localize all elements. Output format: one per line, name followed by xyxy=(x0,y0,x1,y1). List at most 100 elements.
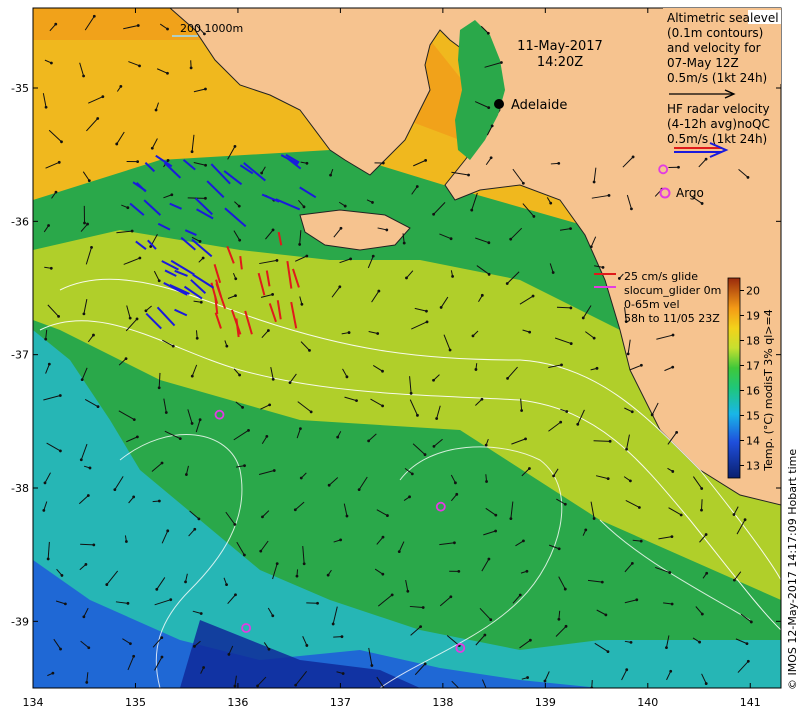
vector-head xyxy=(402,241,406,245)
vector-head xyxy=(124,357,128,361)
vector-head xyxy=(339,226,343,230)
vector-head xyxy=(557,547,561,551)
vector-head xyxy=(305,161,309,165)
vector-head xyxy=(79,458,83,462)
vector-head xyxy=(271,377,275,381)
vector-head xyxy=(157,279,161,283)
vector-head xyxy=(144,309,148,313)
vector-head xyxy=(46,557,50,561)
vector-head xyxy=(199,300,203,304)
vector-head xyxy=(746,175,750,179)
vector-head xyxy=(459,688,462,691)
vector-head xyxy=(384,689,387,692)
vector-head xyxy=(743,518,747,522)
vector-head xyxy=(265,434,269,438)
vector-head xyxy=(164,411,168,414)
vector-head xyxy=(423,662,427,666)
vector-head xyxy=(569,306,573,310)
vector-head xyxy=(49,61,53,65)
altimetry-legend: Altimetric sealevel (0.1m contours) and … xyxy=(663,8,781,99)
vector-head xyxy=(92,543,96,547)
vector-head xyxy=(675,430,679,434)
vector-head xyxy=(266,329,270,332)
vector-head xyxy=(509,517,513,521)
vector-head xyxy=(225,583,228,587)
vector-head xyxy=(474,368,478,371)
vector-head xyxy=(47,224,50,227)
altimetry-legend-line-5: 0.5m/s (1kt 24h) xyxy=(667,71,767,85)
vector-head xyxy=(87,646,91,650)
vector-head xyxy=(299,476,303,480)
vector-head xyxy=(549,201,553,205)
vector-head xyxy=(564,624,568,628)
vector-head xyxy=(302,562,306,566)
vector-head xyxy=(199,612,203,615)
lon-tick-label: 134 xyxy=(23,696,44,709)
vector-head xyxy=(238,238,242,242)
colorbar-tick-label: 15 xyxy=(746,410,760,423)
vector-head xyxy=(295,574,299,578)
vector-head xyxy=(57,160,61,164)
sst-map: 134 135 136 137 138 139 140 141 -35 -36 -37 -38 -39… xyxy=(11,7,799,709)
vector-head xyxy=(505,282,509,285)
vector-head xyxy=(608,439,612,443)
vector-head xyxy=(625,668,629,672)
vector-head xyxy=(336,435,340,439)
altimetry-legend-line-1: Altimetric sealevel xyxy=(667,11,779,25)
vector-head xyxy=(700,612,704,616)
vector-head xyxy=(565,410,569,413)
vector-head xyxy=(101,95,105,99)
vector-head xyxy=(416,413,419,417)
vector-head xyxy=(135,435,139,439)
colorbar-tick-label: 18 xyxy=(746,335,760,348)
vector-head xyxy=(293,508,297,512)
map-date: 11-May-2017 xyxy=(517,39,603,54)
vector-head xyxy=(592,180,596,184)
vector-head xyxy=(704,157,708,161)
vector-head xyxy=(679,513,683,517)
vector-head xyxy=(749,620,753,624)
vector-head xyxy=(63,602,67,606)
vector-head xyxy=(732,513,736,516)
vector-head xyxy=(377,289,381,293)
vector-head xyxy=(432,378,435,382)
vector-head xyxy=(49,266,53,270)
vector-head xyxy=(150,146,154,150)
vector-head xyxy=(132,495,136,499)
vector-head xyxy=(132,654,136,658)
vector-head xyxy=(241,405,244,409)
altimetry-velocity-vector xyxy=(701,499,703,511)
vector-head xyxy=(376,332,380,335)
altimetry-legend-line-3: and velocity for xyxy=(667,41,761,55)
vector-head xyxy=(157,386,161,390)
glider-legend-line-2: slocum_glider 0m xyxy=(624,284,721,297)
vector-head xyxy=(233,145,237,148)
vector-head xyxy=(189,66,193,70)
vector-head xyxy=(128,316,132,320)
vector-head xyxy=(419,625,423,629)
vector-head xyxy=(449,237,453,241)
vector-head xyxy=(484,443,488,447)
vector-head xyxy=(170,193,174,197)
vector-head xyxy=(424,158,428,162)
vector-head xyxy=(559,420,563,424)
vector-head xyxy=(47,362,51,366)
vector-head xyxy=(82,312,86,316)
vector-head xyxy=(626,352,630,356)
vector-head xyxy=(166,159,170,162)
vector-head xyxy=(57,315,60,318)
vector-head xyxy=(606,650,610,653)
sst-map-figure: 134 135 136 137 138 139 140 141 -35 -36 -37 -38 -39… xyxy=(0,0,800,720)
glider-legend-line-3: 0-65m vel xyxy=(624,298,680,311)
vector-head xyxy=(85,680,89,684)
vector-head xyxy=(88,466,92,470)
lon-tick-label: 141 xyxy=(740,696,761,709)
vector-head xyxy=(329,173,332,177)
vector-head xyxy=(190,150,194,154)
vector-head xyxy=(234,593,237,597)
adelaide-marker xyxy=(494,99,504,109)
vector-head xyxy=(569,227,572,231)
vector-head xyxy=(92,14,96,18)
vector-head xyxy=(423,453,427,456)
vector-head xyxy=(227,653,231,656)
